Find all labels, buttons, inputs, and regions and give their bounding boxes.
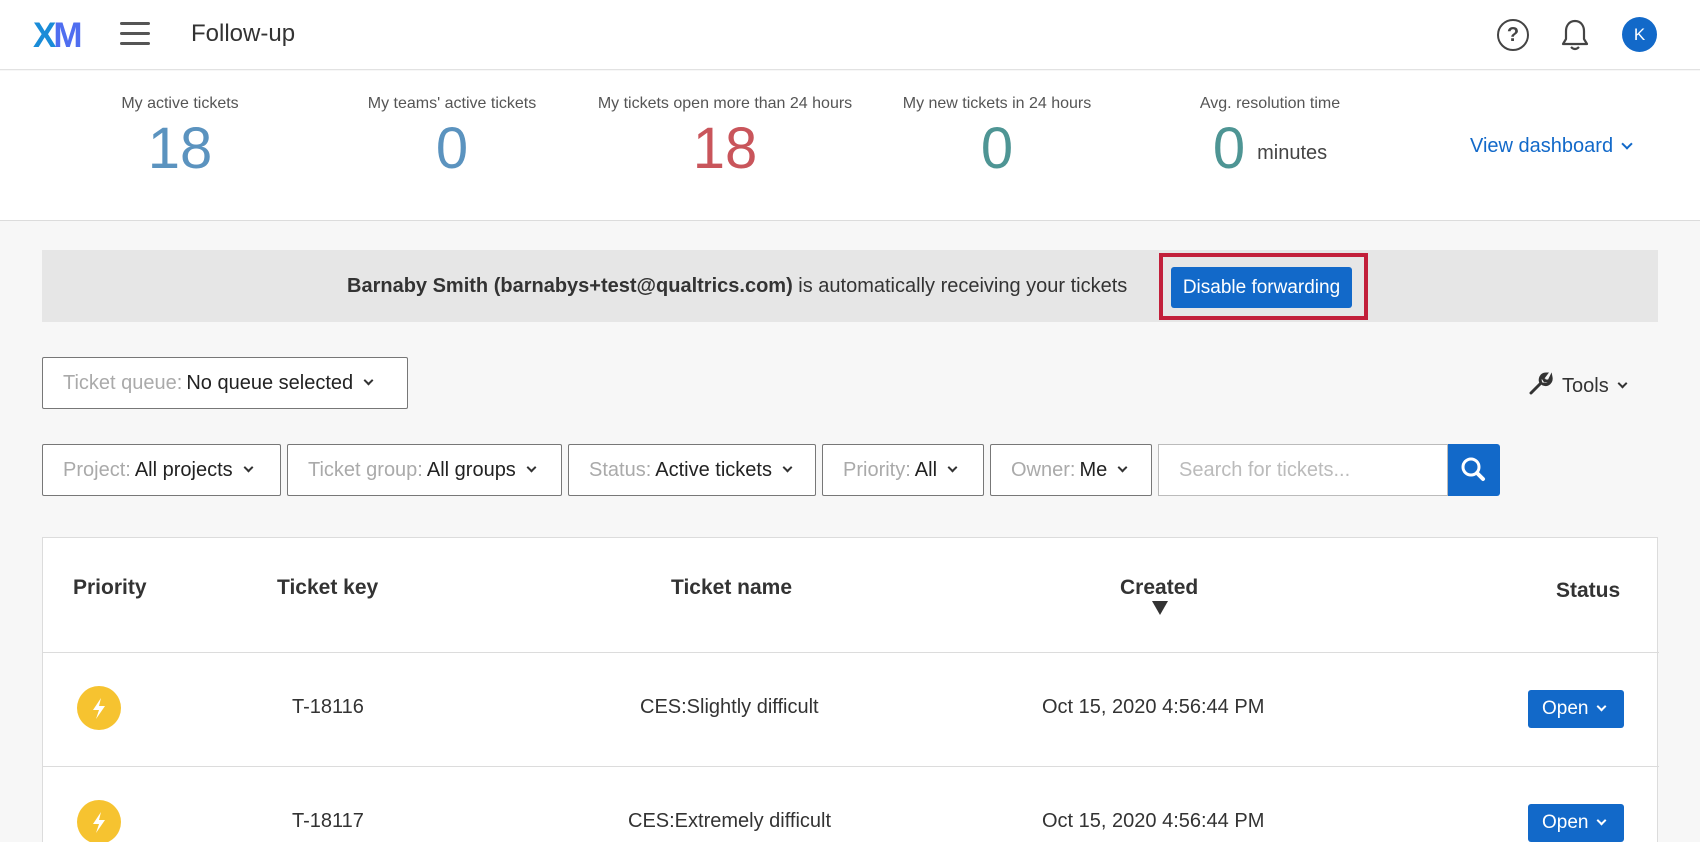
- status-filter[interactable]: Status: Active tickets: [568, 444, 816, 496]
- stats-panel: My active tickets 18 My teams' active ti…: [0, 71, 1700, 221]
- ticket-created: Oct 15, 2020 4:56:44 PM: [1042, 810, 1265, 832]
- column-header-ticket-key[interactable]: Ticket key: [277, 576, 378, 600]
- stat-label: Avg. resolution time: [1199, 95, 1341, 112]
- page-title: Follow-up: [191, 20, 296, 47]
- stat-open-24h: My tickets open more than 24 hours 18: [580, 95, 870, 183]
- help-icon[interactable]: ?: [1497, 19, 1529, 51]
- stat-label: My active tickets: [121, 95, 239, 112]
- chevron-down-icon: [782, 462, 793, 473]
- table-row[interactable]: T-18117 CES:Extremely difficult Oct 15, …: [43, 767, 1659, 842]
- search-input[interactable]: [1158, 444, 1448, 496]
- chevron-down-icon: [1617, 378, 1628, 389]
- stat-new-24h: My new tickets in 24 hours 0: [867, 95, 1127, 183]
- stat-teams-active-tickets: My teams' active tickets 0: [322, 95, 582, 183]
- search-button[interactable]: [1448, 444, 1500, 496]
- chevron-down-icon: [1597, 815, 1607, 826]
- ticket-name[interactable]: CES:Slightly difficult: [640, 696, 819, 719]
- tickets-table: Priority Ticket key Ticket name Created …: [42, 537, 1659, 842]
- view-dashboard-link[interactable]: View dashboard: [1470, 135, 1633, 158]
- menu-icon[interactable]: [120, 22, 150, 46]
- banner-message: Barnaby Smith (barnabys+test@qualtrics.c…: [347, 275, 1128, 297]
- priority-high-icon[interactable]: [77, 686, 121, 730]
- stat-avg-resolution: Avg. resolution time 0 minutes: [1140, 95, 1400, 187]
- avatar[interactable]: K: [1622, 17, 1657, 52]
- column-header-priority[interactable]: Priority: [73, 576, 147, 600]
- chevron-down-icon: [1597, 701, 1607, 712]
- stat-value: 0 minutes: [1212, 116, 1328, 181]
- sort-descending-icon[interactable]: [1152, 601, 1168, 615]
- column-header-status[interactable]: Status: [1556, 579, 1620, 603]
- stat-label: My tickets open more than 24 hours: [597, 95, 853, 112]
- priority-filter[interactable]: Priority: All: [822, 444, 984, 496]
- tools-menu[interactable]: Tools: [1528, 372, 1628, 402]
- chevron-down-icon: [947, 462, 958, 473]
- chevron-down-icon: [526, 462, 537, 473]
- wrench-icon: [1528, 372, 1554, 402]
- stat-unit: minutes: [1257, 142, 1328, 164]
- chevron-down-icon: [363, 375, 374, 386]
- stat-label: My teams' active tickets: [367, 95, 537, 112]
- status-dropdown[interactable]: Open: [1528, 690, 1624, 728]
- stat-label: My new tickets in 24 hours: [902, 95, 1092, 112]
- stat-value: 18: [692, 116, 758, 181]
- stat-value: 0: [435, 116, 469, 181]
- forwarding-banner: Barnaby Smith (barnabys+test@qualtrics.c…: [42, 250, 1658, 322]
- chevron-down-icon: [1117, 462, 1128, 473]
- chevron-down-icon: [243, 462, 254, 473]
- priority-high-icon[interactable]: [77, 800, 121, 842]
- ticket-created: Oct 15, 2020 4:56:44 PM: [1042, 696, 1265, 718]
- ticket-group-filter[interactable]: Ticket group: All groups: [287, 444, 562, 496]
- xm-logo[interactable]: XM: [33, 16, 83, 56]
- column-header-created[interactable]: Created: [1120, 576, 1198, 600]
- ticket-key[interactable]: T-18117: [292, 810, 364, 833]
- table-row[interactable]: T-18116 CES:Slightly difficult Oct 15, 2…: [43, 653, 1659, 767]
- ticket-queue-select[interactable]: Ticket queue: No queue selected: [42, 357, 408, 409]
- stat-value: 0: [980, 116, 1014, 181]
- ticket-name[interactable]: CES:Extremely difficult: [628, 810, 831, 833]
- column-header-ticket-name[interactable]: Ticket name: [671, 576, 792, 600]
- stat-value: 18: [147, 116, 213, 181]
- bell-icon[interactable]: [1560, 18, 1590, 52]
- project-filter[interactable]: Project: All projects: [42, 444, 281, 496]
- search-icon: [1461, 457, 1485, 481]
- chevron-down-icon: [1621, 138, 1633, 150]
- owner-filter[interactable]: Owner: Me: [990, 444, 1152, 496]
- stat-my-active-tickets: My active tickets 18: [50, 95, 310, 183]
- status-dropdown[interactable]: Open: [1528, 804, 1624, 842]
- top-bar: XM Follow-up ? K: [0, 0, 1700, 70]
- disable-forwarding-button[interactable]: Disable forwarding: [1171, 267, 1352, 308]
- ticket-key[interactable]: T-18116: [292, 696, 364, 719]
